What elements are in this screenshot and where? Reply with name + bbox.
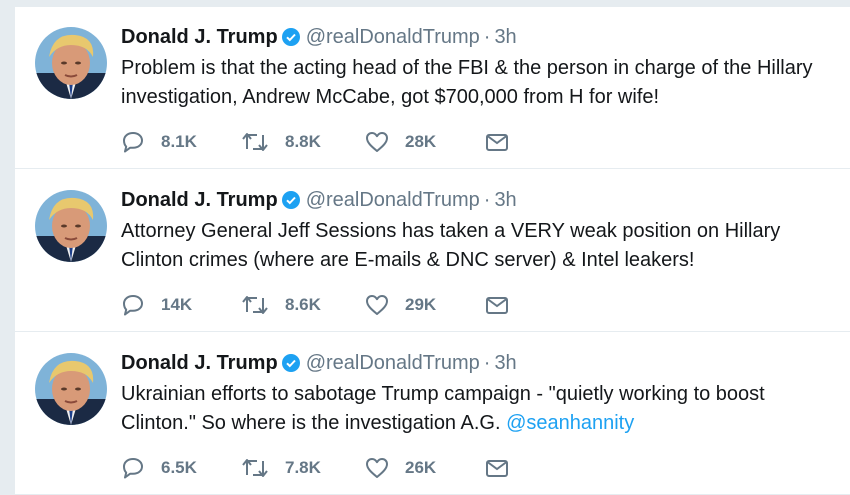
retweet-button[interactable]: 8.8K	[241, 129, 321, 155]
like-count: 28K	[405, 132, 437, 151]
message-button[interactable]	[485, 455, 509, 481]
verified-badge-icon	[281, 354, 300, 378]
reply-icon	[121, 457, 145, 479]
timestamp[interactable]: 3h	[494, 189, 516, 211]
reply-icon	[121, 294, 145, 316]
separator: ·	[483, 189, 491, 211]
tweet-text: Ukrainian efforts to sabotage Trump camp…	[121, 380, 836, 438]
author-name[interactable]: Donald J. Trump	[121, 26, 278, 48]
tweet-header: Donald J. Trump @realDonaldTrump · 3h	[121, 351, 517, 378]
reply-button[interactable]: 6.5K	[121, 455, 197, 481]
like-count: 29K	[405, 295, 437, 314]
tweet-actions: 6.5K 7.8K 26K	[121, 455, 541, 481]
tweet[interactable]: Donald J. Trump @realDonaldTrump · 3h Probl…	[15, 7, 850, 169]
timeline: Donald J. Trump @realDonaldTrump · 3h Probl…	[15, 6, 850, 495]
envelope-icon	[485, 132, 509, 152]
like-button[interactable]: 29K	[365, 292, 436, 318]
avatar[interactable]	[35, 353, 107, 425]
reply-icon	[121, 131, 145, 153]
author-handle[interactable]: @realDonaldTrump	[306, 189, 480, 211]
reply-count: 14K	[161, 295, 193, 314]
separator: ·	[483, 352, 491, 374]
author-name[interactable]: Donald J. Trump	[121, 352, 278, 374]
verified-badge-icon	[281, 28, 300, 52]
tweet-text-body: Attorney General Jeff Sessions has taken…	[121, 220, 781, 271]
retweet-icon	[241, 294, 269, 316]
reply-count: 8.1K	[161, 132, 197, 151]
envelope-icon	[485, 295, 509, 315]
retweet-icon	[241, 457, 269, 479]
envelope-icon	[485, 458, 509, 478]
tweet-text-body: Problem is that the acting head of the F…	[121, 57, 813, 108]
author-handle[interactable]: @realDonaldTrump	[306, 26, 480, 48]
tweet[interactable]: Donald J. Trump @realDonaldTrump · 3h Ukrai…	[15, 333, 850, 495]
tweet-text-body: Ukrainian efforts to sabotage Trump camp…	[121, 383, 765, 434]
author-handle[interactable]: @realDonaldTrump	[306, 352, 480, 374]
avatar[interactable]	[35, 190, 107, 262]
reply-button[interactable]: 8.1K	[121, 129, 197, 155]
retweet-count: 7.8K	[285, 458, 321, 477]
heart-icon	[365, 131, 389, 153]
retweet-count: 8.6K	[285, 295, 321, 314]
tweet-header: Donald J. Trump @realDonaldTrump · 3h	[121, 25, 517, 52]
verified-badge-icon	[281, 191, 300, 215]
like-button[interactable]: 26K	[365, 455, 436, 481]
heart-icon	[365, 457, 389, 479]
tweet-header: Donald J. Trump @realDonaldTrump · 3h	[121, 188, 517, 215]
reply-count: 6.5K	[161, 458, 197, 477]
timestamp[interactable]: 3h	[494, 352, 516, 374]
retweet-button[interactable]: 7.8K	[241, 455, 321, 481]
tweet-text: Problem is that the acting head of the F…	[121, 54, 836, 112]
retweet-count: 8.8K	[285, 132, 321, 151]
message-button[interactable]	[485, 292, 509, 318]
like-button[interactable]: 28K	[365, 129, 436, 155]
separator: ·	[483, 26, 491, 48]
message-button[interactable]	[485, 129, 509, 155]
reply-button[interactable]: 14K	[121, 292, 192, 318]
retweet-icon	[241, 131, 269, 153]
tweet-actions: 14K 8.6K 29K	[121, 292, 541, 318]
mention-link[interactable]: @seanhannity	[506, 412, 634, 434]
tweet-actions: 8.1K 8.8K 28K	[121, 129, 541, 155]
heart-icon	[365, 294, 389, 316]
avatar[interactable]	[35, 27, 107, 99]
like-count: 26K	[405, 458, 437, 477]
retweet-button[interactable]: 8.6K	[241, 292, 321, 318]
tweet[interactable]: Donald J. Trump @realDonaldTrump · 3h Attor…	[15, 170, 850, 332]
timestamp[interactable]: 3h	[494, 26, 516, 48]
author-name[interactable]: Donald J. Trump	[121, 189, 278, 211]
tweet-text: Attorney General Jeff Sessions has taken…	[121, 217, 836, 275]
